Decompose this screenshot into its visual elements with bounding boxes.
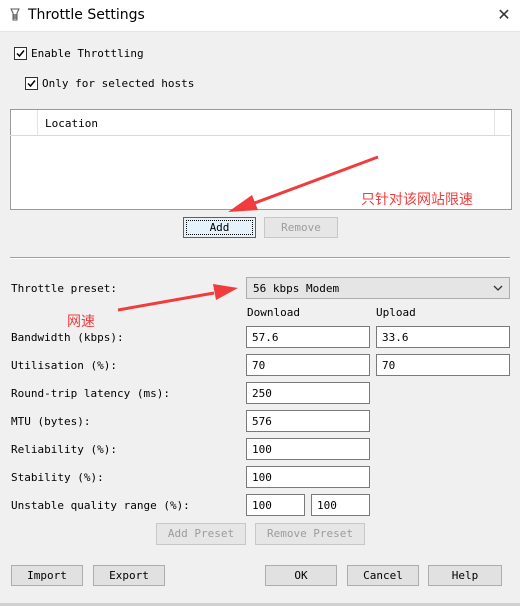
upload-column-header: Upload <box>376 306 416 319</box>
stability-input[interactable]: 100 <box>246 466 370 488</box>
throttle-preset-select[interactable]: 56 kbps Modem <box>246 277 510 299</box>
unstable-range-min-input[interactable]: 100 <box>246 494 305 516</box>
export-button[interactable]: Export <box>93 565 165 586</box>
annotation-arrow-hosts <box>251 155 379 206</box>
stability-label: Stability (%): <box>11 471 104 484</box>
annotation-arrow-speed <box>117 291 215 312</box>
latency-label: Round-trip latency (ms): <box>11 387 170 400</box>
import-button[interactable]: Import <box>11 565 83 586</box>
speed-annotation: 网速 <box>67 314 95 330</box>
reliability-input[interactable]: 100 <box>246 438 370 460</box>
utilisation-upload-input[interactable]: 70 <box>376 354 510 376</box>
hosts-annotation: 只针对该网站限速 <box>361 192 473 208</box>
latency-input[interactable]: 250 <box>246 382 370 404</box>
bandwidth-label: Bandwidth (kbps): <box>11 331 124 344</box>
utilisation-download-input[interactable]: 70 <box>246 354 370 376</box>
reliability-label: Reliability (%): <box>11 443 117 456</box>
utilisation-label: Utilisation (%): <box>11 359 117 372</box>
download-column-header: Download <box>247 306 300 319</box>
mtu-label: MTU (bytes): <box>11 415 91 428</box>
unstable-range-label: Unstable quality range (%): <box>11 499 190 512</box>
ok-button[interactable]: OK <box>265 565 337 586</box>
throttle-preset-value: 56 kbps Modem <box>253 282 340 295</box>
mtu-input[interactable]: 576 <box>246 410 370 432</box>
add-preset-button[interactable]: Add Preset <box>156 523 246 545</box>
help-button[interactable]: Help <box>428 565 502 586</box>
chevron-down-icon <box>493 285 503 291</box>
annotation-arrowhead-hosts <box>228 195 258 212</box>
bandwidth-download-input[interactable]: 57.6 <box>246 326 370 348</box>
unstable-range-max-input[interactable]: 100 <box>311 494 370 516</box>
remove-preset-button[interactable]: Remove Preset <box>255 523 365 545</box>
throttle-preset-label: Throttle preset: <box>11 282 117 295</box>
bandwidth-upload-input[interactable]: 33.6 <box>376 326 510 348</box>
section-separator <box>10 257 510 259</box>
cancel-button[interactable]: Cancel <box>347 565 419 586</box>
annotation-arrowhead-speed <box>213 284 238 300</box>
